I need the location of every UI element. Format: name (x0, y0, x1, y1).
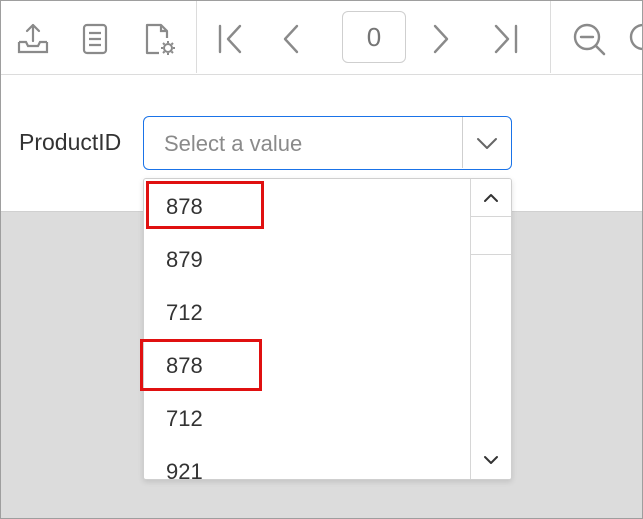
options-list: 878 879 712 878 712 921 (144, 179, 470, 479)
last-page-icon (494, 24, 518, 54)
list-item[interactable]: 921 (144, 445, 470, 479)
toolbar-separator (196, 1, 197, 73)
list-item[interactable]: 712 (144, 286, 470, 339)
zoom-in-button[interactable] (625, 19, 642, 59)
page-setup-icon (145, 23, 175, 55)
zoom-out-button[interactable] (569, 19, 609, 59)
export-icon (17, 23, 49, 54)
scroll-up-button[interactable] (471, 179, 511, 217)
previous-page-button[interactable] (271, 19, 311, 59)
toolbar: 0 (1, 1, 642, 75)
export-button[interactable] (13, 19, 53, 59)
dropdown-list: 878 879 712 878 712 921 (143, 178, 512, 480)
next-page-button[interactable] (421, 19, 461, 59)
scroll-down-button[interactable] (471, 441, 511, 479)
combobox-divider (462, 117, 463, 168)
page-number-input[interactable]: 0 (342, 11, 406, 63)
list-item[interactable]: 878 (144, 180, 470, 233)
last-page-button[interactable] (487, 19, 527, 59)
chevron-down-icon (477, 137, 497, 149)
first-page-icon (218, 24, 242, 54)
list-item[interactable]: 712 (144, 392, 470, 445)
scrollbar[interactable] (470, 179, 511, 479)
list-item[interactable]: 879 (144, 233, 470, 286)
zoom-out-icon (573, 23, 606, 56)
zoom-in-icon (629, 23, 642, 51)
chevron-down-icon (484, 456, 498, 464)
toolbar-separator (550, 1, 551, 73)
first-page-button[interactable] (211, 19, 251, 59)
combobox-placeholder: Select a value (164, 131, 303, 156)
productid-combobox[interactable]: Select a value (143, 116, 512, 170)
parameter-label: ProductID (19, 129, 122, 155)
scroll-thumb[interactable] (471, 217, 511, 255)
next-page-icon (433, 24, 449, 54)
chevron-up-icon (484, 193, 498, 202)
document-icon (82, 23, 108, 55)
previous-page-icon (283, 24, 299, 54)
document-button[interactable] (75, 19, 115, 59)
list-item[interactable]: 878 (144, 339, 470, 392)
report-viewer: 0 ProductID Select a value 878 879 712 8… (0, 0, 643, 519)
page-setup-button[interactable] (138, 19, 178, 59)
combobox-dropdown-button[interactable] (464, 117, 510, 168)
